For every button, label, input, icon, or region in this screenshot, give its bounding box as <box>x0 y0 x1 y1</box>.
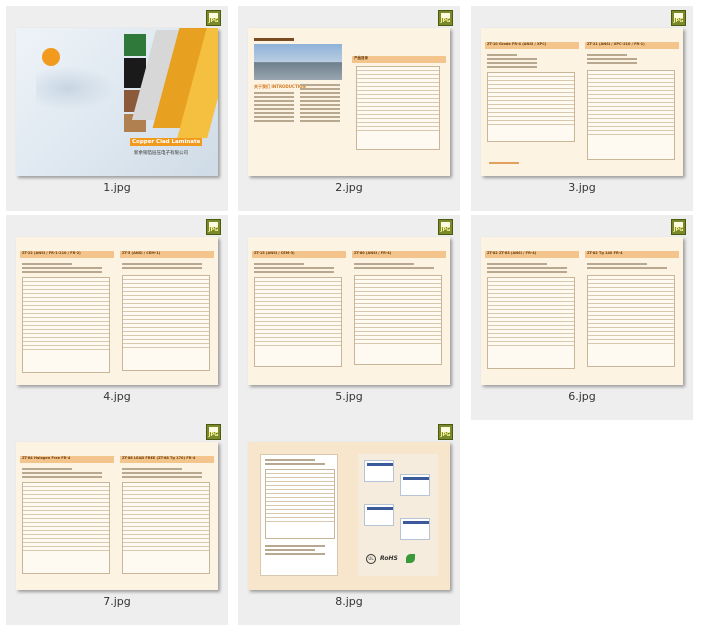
iso-certificates-page: UL RoHS <box>358 454 438 576</box>
thumbnail-tile-2[interactable]: 关于我们 INTRODUCTION 产品目录 JPG 2.jpg <box>238 6 460 211</box>
thumbnail-caption[interactable]: 3.jpg <box>471 181 693 194</box>
jpg-file-icon: JPG <box>671 219 686 235</box>
building-photo <box>254 44 342 80</box>
jpg-file-icon: JPG <box>206 424 221 440</box>
thumbnail-tile-1[interactable]: Copper Clad Laminate 新余铜箔层压电子有限公司 JPG 1.… <box>6 6 228 211</box>
thumbnail-tile-7[interactable]: ZT-84 Halogen Free FR-4 ZT-88 LEAD FREE … <box>6 420 228 625</box>
intro-page-left: 关于我们 INTRODUCTION <box>252 34 346 168</box>
cover-title: Copper Clad Laminate <box>130 138 203 146</box>
certificate-3 <box>364 504 394 526</box>
thumbnail-tile-8[interactable]: UL RoHS JPG 8.jpg <box>238 420 460 625</box>
thumbnail-caption[interactable]: 5.jpg <box>238 390 460 403</box>
intro-heading: 关于我们 INTRODUCTION <box>254 84 306 89</box>
thumbnail-image-7[interactable]: ZT-84 Halogen Free FR-4 ZT-88 LEAD FREE … <box>16 442 218 590</box>
thumbnail-caption[interactable]: 2.jpg <box>238 181 460 194</box>
certificate-2 <box>400 474 430 496</box>
thumbnail-tile-6[interactable]: ZT-82 ZT-83 (ANSI / FR-4) ZT-82 Tg 140 F… <box>471 215 693 420</box>
cover-logo <box>42 48 60 66</box>
thumbnail-tile-4[interactable]: ZT-22 (ANSI / FR-1-210 / FR-2) ZT-5 (ANS… <box>6 215 228 420</box>
jpg-file-icon: JPG <box>206 219 221 235</box>
toc-page-right: 产品目录 <box>352 34 446 168</box>
rohs-mark: RoHS <box>380 555 398 562</box>
certificate-4 <box>400 518 430 540</box>
thumbnail-image-8[interactable]: UL RoHS <box>248 442 450 590</box>
thumbnail-image-2[interactable]: 关于我们 INTRODUCTION 产品目录 <box>248 28 450 176</box>
ul-mark-icon: UL <box>366 554 376 564</box>
thumbnail-image-4[interactable]: ZT-22 (ANSI / FR-1-210 / FR-2) ZT-5 (ANS… <box>16 237 218 385</box>
thumbnail-caption[interactable]: 4.jpg <box>6 390 228 403</box>
thumbnail-tile-3[interactable]: ZT-10 Grade FR-4 (ANSI / XPC) ZT-21 (ANS… <box>471 6 693 211</box>
thumbnail-caption[interactable]: 1.jpg <box>6 181 228 194</box>
jpg-file-icon: JPG <box>438 424 453 440</box>
jpg-file-icon: JPG <box>438 10 453 26</box>
leaf-icon <box>406 554 415 563</box>
cover-company: 新余铜箔层压电子有限公司 <box>134 151 188 156</box>
certificate-1 <box>364 460 394 482</box>
world-map-graphic <box>36 66 116 111</box>
jpg-file-icon: JPG <box>671 10 686 26</box>
thumbnail-image-5[interactable]: ZT-15 (ANSI / CEM-3) ZT-80 (ANSI / FR-4) <box>248 237 450 385</box>
thumbnail-caption[interactable]: 6.jpg <box>471 390 693 403</box>
thumbnail-caption[interactable]: 8.jpg <box>238 595 460 608</box>
ul-certificate-page <box>260 454 338 576</box>
thumbnail-tile-5[interactable]: ZT-15 (ANSI / CEM-3) ZT-80 (ANSI / FR-4)… <box>238 215 460 420</box>
thumbnail-image-1[interactable]: Copper Clad Laminate 新余铜箔层压电子有限公司 <box>16 28 218 176</box>
thumbnail-image-6[interactable]: ZT-82 ZT-83 (ANSI / FR-4) ZT-82 Tg 140 F… <box>481 237 683 385</box>
jpg-file-icon: JPG <box>206 10 221 26</box>
jpg-file-icon: JPG <box>438 219 453 235</box>
thumbnail-image-3[interactable]: ZT-10 Grade FR-4 (ANSI / XPC) ZT-21 (ANS… <box>481 28 683 176</box>
thumbnail-caption[interactable]: 7.jpg <box>6 595 228 608</box>
